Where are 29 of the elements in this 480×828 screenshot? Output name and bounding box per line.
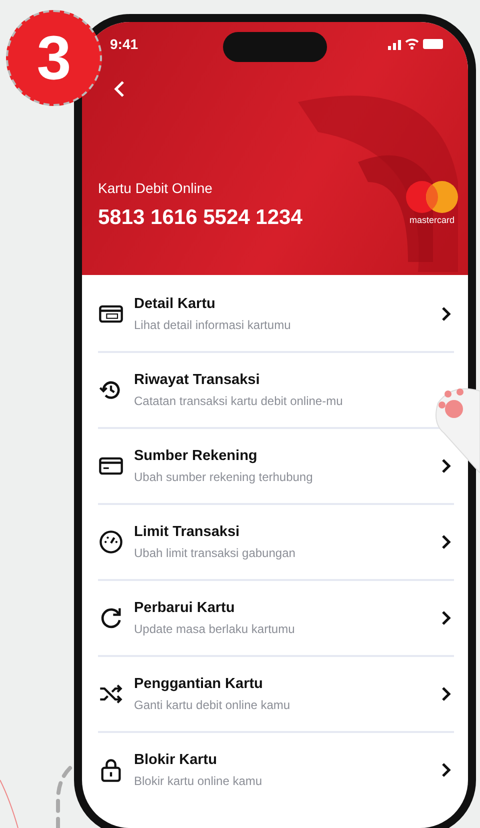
- menu-item[interactable]: Sumber Rekening Ubah sumber rekening terhubung: [98, 429, 454, 503]
- menu-item-subtitle: Ubah limit transaksi gabungan: [134, 546, 296, 560]
- speedometer-icon: [98, 529, 124, 555]
- menu-item[interactable]: Detail Kartu Lihat detail informasi kartumu: [98, 277, 454, 351]
- status-time: 9:41: [110, 36, 138, 52]
- status-icons: [388, 37, 444, 51]
- menu-item[interactable]: Riwayat Transaksi Catatan transaksi kartu debit online-mu: [98, 353, 420, 427]
- menu-item-title[interactable]: Penggantian Kartu: [134, 676, 428, 692]
- menu-item-title[interactable]: Detail Kartu: [134, 296, 428, 312]
- card-number: 5813 1616 5524 1234: [98, 206, 302, 230]
- menu-item-subtitle: Ubah sumber rekening terhubung: [134, 470, 314, 484]
- menu-item[interactable]: Limit Transaksi Ubah limit transaksi gabungan: [98, 505, 454, 579]
- card-logo-icon: [404, 180, 460, 214]
- menu-item-title[interactable]: Perbarui Kartu: [134, 600, 428, 616]
- menu-item-subtitle: Ganti kartu debit online kamu: [134, 698, 292, 712]
- menu-item-title[interactable]: Blokir Kartu: [134, 752, 428, 768]
- menu-item-subtitle: Update masa berlaku kartumu: [134, 622, 296, 636]
- menu-item-subtitle: Lihat detail informasi kartumu: [134, 318, 292, 332]
- menu-item[interactable]: Penggantian Kartu Ganti kartu debit online kamu: [98, 657, 454, 731]
- menu-item[interactable]: Blokir Kartu Blokir kartu online kamu: [98, 733, 454, 807]
- card-label: Kartu Debit Online: [98, 180, 212, 196]
- step-badge: 3: [6, 10, 102, 106]
- menu-item-title[interactable]: Limit Transaksi: [134, 524, 428, 540]
- menu-item-title[interactable]: Riwayat Transaksi: [134, 372, 420, 388]
- menu-item-subtitle: Blokir kartu online kamu: [134, 774, 264, 788]
- menu-item-subtitle: Catatan transaksi kartu debit online-mu: [134, 394, 344, 408]
- card-brand: mastercard: [409, 215, 454, 225]
- menu-item-title[interactable]: Sumber Rekening: [134, 448, 428, 464]
- menu-item[interactable]: Perbarui Kartu Update masa berlaku kartumu: [98, 581, 454, 655]
